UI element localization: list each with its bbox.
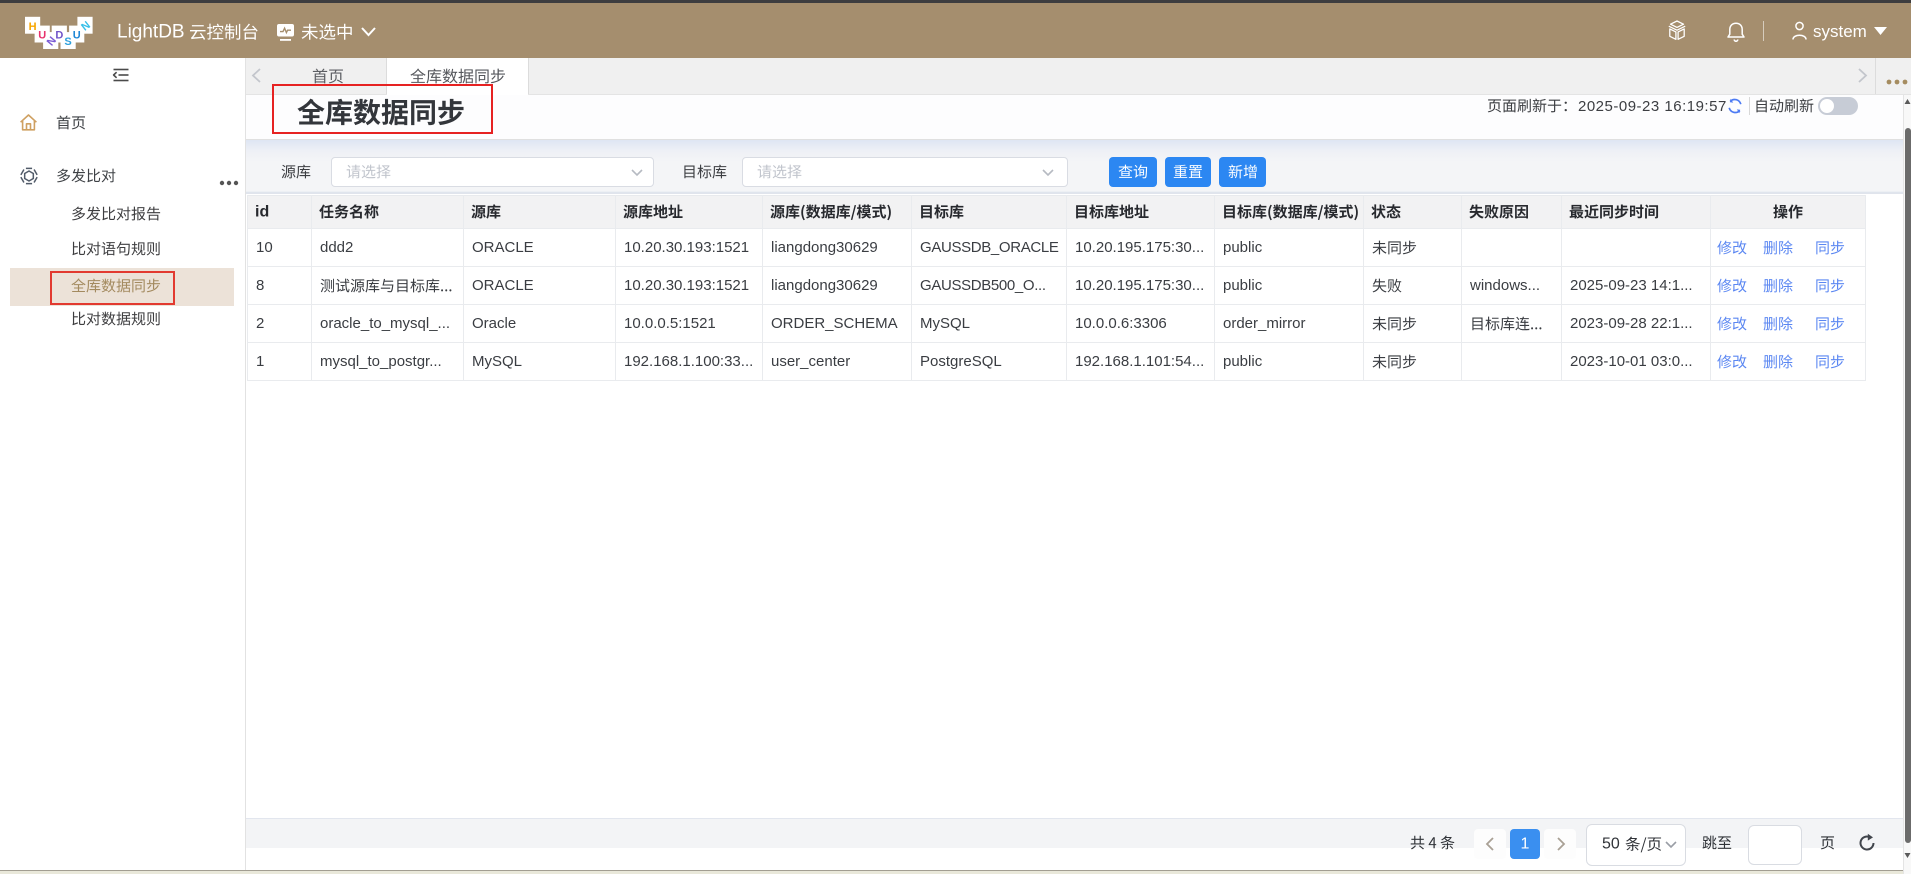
svg-text:H: H (29, 21, 37, 33)
svg-text:U: U (73, 30, 81, 42)
svg-text:S: S (64, 36, 71, 48)
svg-text:D: D (55, 30, 63, 42)
